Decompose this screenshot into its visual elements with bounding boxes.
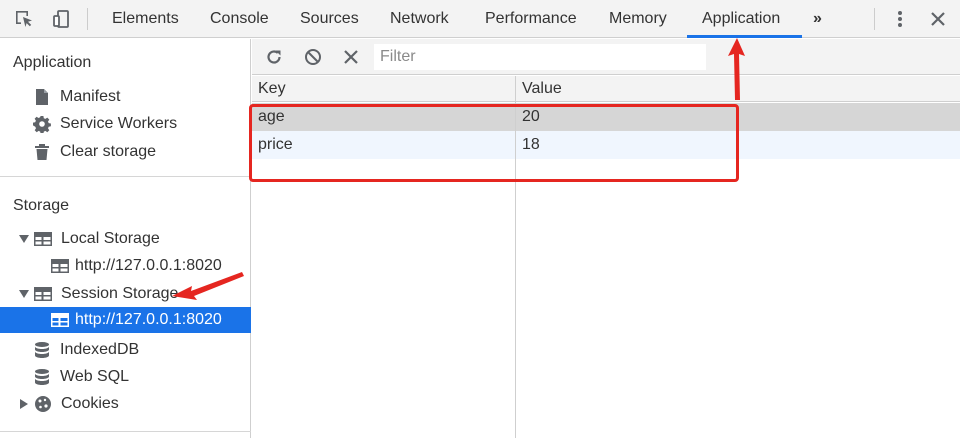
- sidebar-item-manifest[interactable]: Manifest: [0, 84, 251, 110]
- delete-selected-icon[interactable]: [340, 46, 362, 68]
- section-title-storage: Storage: [13, 197, 70, 214]
- toolbar-divider: [874, 8, 875, 30]
- sidebar-item-label: IndexedDB: [60, 341, 140, 358]
- close-icon[interactable]: [926, 7, 950, 31]
- filter-input[interactable]: [374, 44, 706, 70]
- section-divider: [0, 176, 251, 177]
- database-icon: [33, 368, 51, 386]
- section-title-application: Application: [13, 54, 92, 71]
- refresh-icon[interactable]: [263, 46, 285, 68]
- sidebar-item-label: Session Storage: [61, 285, 179, 302]
- table-header: Key Value: [252, 76, 960, 102]
- cell-value: 18: [522, 136, 540, 153]
- sidebar-item-label: http://127.0.0.1:8020: [75, 311, 222, 328]
- section-divider: [0, 431, 251, 432]
- sidebar-item-session-origin[interactable]: http://127.0.0.1:8020: [0, 307, 251, 333]
- sidebar-item-local-origin[interactable]: http://127.0.0.1:8020: [0, 253, 251, 279]
- sidebar-item-indexeddb[interactable]: IndexedDB: [0, 337, 251, 363]
- trash-icon: [33, 143, 51, 161]
- sidebar-item-label: Clear storage: [60, 143, 157, 160]
- collapsed-triangle-icon[interactable]: [19, 399, 29, 409]
- table-grid-icon: [34, 285, 52, 303]
- cookie-icon: [34, 395, 52, 413]
- tab-application[interactable]: Application: [702, 0, 780, 38]
- application-sidebar: Application Manifest Service Workers Cle…: [0, 39, 251, 438]
- tab-sources[interactable]: Sources: [300, 0, 359, 38]
- tab-elements[interactable]: Elements: [112, 0, 179, 38]
- sidebar-item-cookies[interactable]: Cookies: [0, 391, 251, 417]
- sidebar-item-label: Local Storage: [61, 230, 160, 247]
- sidebar-item-label: http://127.0.0.1:8020: [75, 257, 222, 274]
- devtools-toolbar: Elements Console Sources Network Perform…: [0, 0, 960, 38]
- table-grid-icon: [51, 257, 69, 275]
- storage-toolbar: [252, 39, 960, 75]
- cell-value: 20: [522, 108, 540, 125]
- gear-icon: [33, 115, 51, 133]
- tab-performance[interactable]: Performance: [485, 0, 577, 38]
- more-tabs-button[interactable]: »: [813, 0, 822, 38]
- expanded-triangle-icon[interactable]: [19, 234, 29, 244]
- table-grid-icon: [51, 311, 69, 329]
- clear-all-icon[interactable]: [302, 46, 324, 68]
- sidebar-item-label: Cookies: [61, 395, 119, 412]
- database-icon: [33, 341, 51, 359]
- tab-console[interactable]: Console: [210, 0, 269, 38]
- column-header-value[interactable]: Value: [522, 76, 562, 102]
- sidebar-item-websql[interactable]: Web SQL: [0, 364, 251, 390]
- tab-memory[interactable]: Memory: [609, 0, 667, 38]
- sidebar-item-label: Web SQL: [60, 368, 130, 385]
- active-tab-indicator: [687, 35, 802, 38]
- column-divider[interactable]: [515, 76, 516, 438]
- table-grid-icon: [34, 230, 52, 248]
- sidebar-item-label: Service Workers: [60, 115, 178, 132]
- sidebar-item-service-workers[interactable]: Service Workers: [0, 111, 251, 137]
- table-row[interactable]: price 18: [252, 131, 960, 159]
- inspect-element-icon[interactable]: [12, 7, 36, 31]
- sidebar-item-session-storage[interactable]: Session Storage: [0, 281, 251, 307]
- storage-view: Key Value age 20 price 18: [252, 39, 960, 438]
- tab-network[interactable]: Network: [390, 0, 449, 38]
- sidebar-item-clear-storage[interactable]: Clear storage: [0, 139, 251, 165]
- cell-key: age: [258, 108, 285, 125]
- document-icon: [33, 88, 51, 106]
- kebab-menu-icon[interactable]: [888, 7, 912, 31]
- device-toolbar-icon[interactable]: [49, 7, 73, 31]
- sidebar-item-local-storage[interactable]: Local Storage: [0, 226, 251, 252]
- table-row[interactable]: age 20: [252, 103, 960, 131]
- expanded-triangle-icon[interactable]: [19, 289, 29, 299]
- column-header-key[interactable]: Key: [258, 76, 286, 102]
- cell-key: price: [258, 136, 293, 153]
- sidebar-item-label: Manifest: [60, 88, 121, 105]
- toolbar-divider: [87, 8, 88, 30]
